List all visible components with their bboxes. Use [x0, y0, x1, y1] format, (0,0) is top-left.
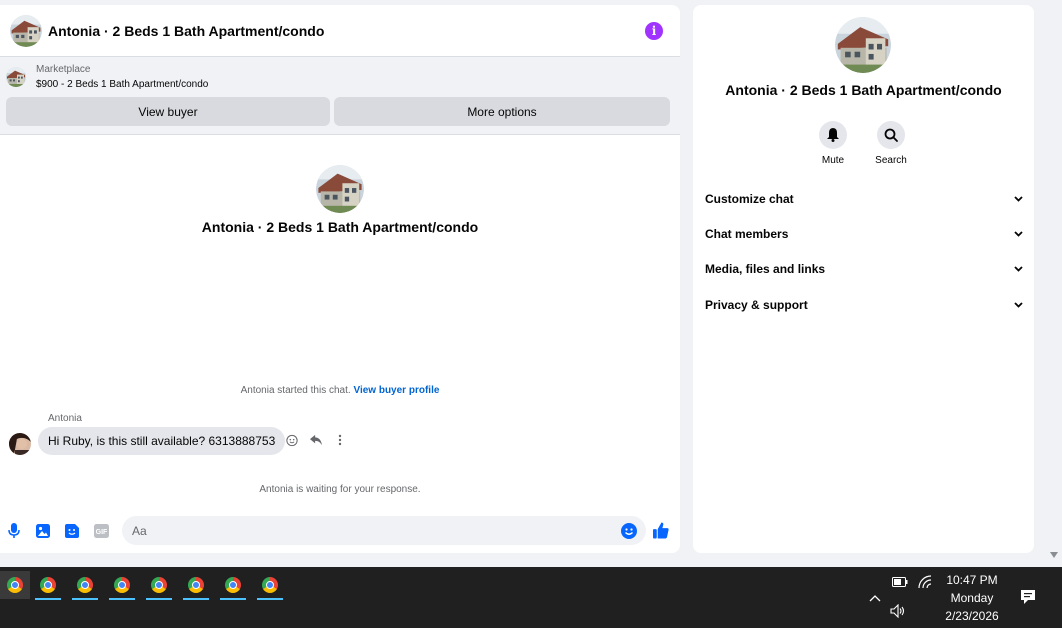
view-buyer-profile-link[interactable]: View buyer profile — [353, 385, 439, 396]
chat-started-note: Antonia started this chat. View buyer pr… — [0, 385, 680, 396]
section-label: Customize chat — [705, 192, 794, 206]
view-buyer-button[interactable]: View buyer — [6, 97, 330, 126]
search-label: Search — [875, 155, 907, 166]
message-actions — [286, 433, 346, 447]
listing-price-title[interactable]: $900 - 2 Beds 1 Bath Apartment/condo — [36, 79, 208, 90]
chrome-icon — [262, 577, 278, 593]
chevron-down-icon — [1013, 264, 1023, 274]
listing-avatar[interactable] — [10, 15, 42, 47]
chevron-down-icon — [1013, 300, 1023, 310]
photo-icon[interactable] — [35, 523, 51, 539]
taskbar-chrome-window[interactable] — [107, 571, 137, 600]
info-profile-avatar[interactable] — [835, 17, 891, 73]
marketplace-label: Marketplace — [36, 64, 91, 75]
taskbar-chrome-window[interactable] — [181, 571, 211, 600]
taskbar-chrome-window[interactable] — [218, 571, 248, 600]
svg-text:GIF: GIF — [95, 529, 107, 536]
chat-started-text: Antonia started this chat. — [240, 385, 351, 396]
section-customize-chat[interactable]: Customize chat — [705, 189, 1023, 209]
clock-time: 10:47 PM — [946, 573, 998, 587]
section-label: Chat members — [705, 227, 789, 241]
more-options-button[interactable]: More options — [334, 97, 670, 126]
taskbar: 10:47 PM Monday 2/23/2026 — [0, 567, 1062, 628]
marketplace-bar: Marketplace $900 - 2 Beds 1 Bath Apartme… — [0, 57, 680, 135]
section-chat-members[interactable]: Chat members — [705, 224, 1023, 244]
section-privacy-support[interactable]: Privacy & support — [705, 295, 1023, 315]
search-icon — [877, 121, 905, 149]
taskbar-chrome-window[interactable] — [70, 571, 100, 600]
listing-thumbnail[interactable] — [6, 67, 26, 87]
chrome-icon — [188, 577, 204, 593]
profile-avatar[interactable] — [316, 165, 364, 213]
scroll-down-arrow-icon[interactable] — [1049, 551, 1059, 559]
taskbar-chrome-window[interactable] — [33, 571, 63, 600]
chrome-icon — [114, 577, 130, 593]
more-icon[interactable] — [334, 433, 346, 447]
sender-name: Antonia — [48, 413, 82, 424]
message-composer: GIF — [0, 515, 680, 547]
emoji-icon[interactable] — [621, 523, 637, 539]
chrome-icon — [151, 577, 167, 593]
section-media-files-links[interactable]: Media, files and links — [705, 259, 1023, 279]
microphone-icon[interactable] — [6, 523, 22, 539]
chrome-icon — [40, 577, 56, 593]
chevron-up-icon[interactable] — [867, 590, 883, 606]
section-label: Media, files and links — [705, 262, 826, 276]
chevron-down-icon — [1013, 194, 1023, 204]
taskbar-chrome-window[interactable] — [0, 571, 30, 599]
sender-avatar[interactable] — [9, 433, 31, 455]
clock-day: Monday — [950, 591, 994, 605]
chrome-icon — [225, 577, 241, 593]
taskbar-chrome-window[interactable] — [144, 571, 174, 600]
clock-date: 2/23/2026 — [945, 609, 999, 623]
volume-icon[interactable] — [890, 603, 906, 619]
chat-header: Antonia · 2 Beds 1 Bath Apartment/condo … — [0, 5, 680, 57]
section-label: Privacy & support — [705, 298, 808, 312]
chevron-down-icon — [1013, 229, 1023, 239]
chat-panel: Antonia · 2 Beds 1 Bath Apartment/condo … — [0, 5, 680, 553]
gif-icon[interactable]: GIF — [93, 523, 109, 539]
battery-icon[interactable] — [892, 574, 908, 590]
chrome-icon — [7, 577, 23, 593]
notification-icon[interactable] — [1020, 589, 1036, 605]
info-profile-name: Antonia · 2 Beds 1 Bath Apartment/condo — [725, 82, 1002, 98]
like-icon[interactable] — [653, 522, 669, 538]
message-bubble[interactable]: Hi Ruby, is this still available? 631388… — [38, 427, 286, 455]
system-clock[interactable]: 10:47 PM Monday 2/23/2026 — [940, 571, 1004, 625]
mute-label: Mute — [821, 155, 845, 166]
react-icon[interactable] — [286, 433, 298, 447]
chrome-icon — [77, 577, 93, 593]
message-input[interactable] — [122, 516, 646, 545]
bell-icon — [819, 121, 847, 149]
reply-icon[interactable] — [310, 433, 322, 447]
wifi-icon[interactable] — [917, 574, 933, 590]
taskbar-chrome-window[interactable] — [255, 571, 285, 600]
profile-name: Antonia · 2 Beds 1 Bath Apartment/condo — [201, 219, 479, 235]
info-icon[interactable]: i — [645, 22, 663, 40]
chat-title[interactable]: Antonia · 2 Beds 1 Bath Apartment/condo — [48, 23, 324, 39]
chat-info-panel: Antonia · 2 Beds 1 Bath Apartment/condo … — [693, 5, 1034, 553]
chat-intro: Antonia · 2 Beds 1 Bath Apartment/condo — [0, 165, 680, 235]
search-button[interactable]: Search — [871, 121, 911, 166]
waiting-note: Antonia is waiting for your response. — [259, 484, 421, 495]
mute-button[interactable]: Mute — [813, 121, 853, 166]
sticker-icon[interactable] — [64, 523, 80, 539]
